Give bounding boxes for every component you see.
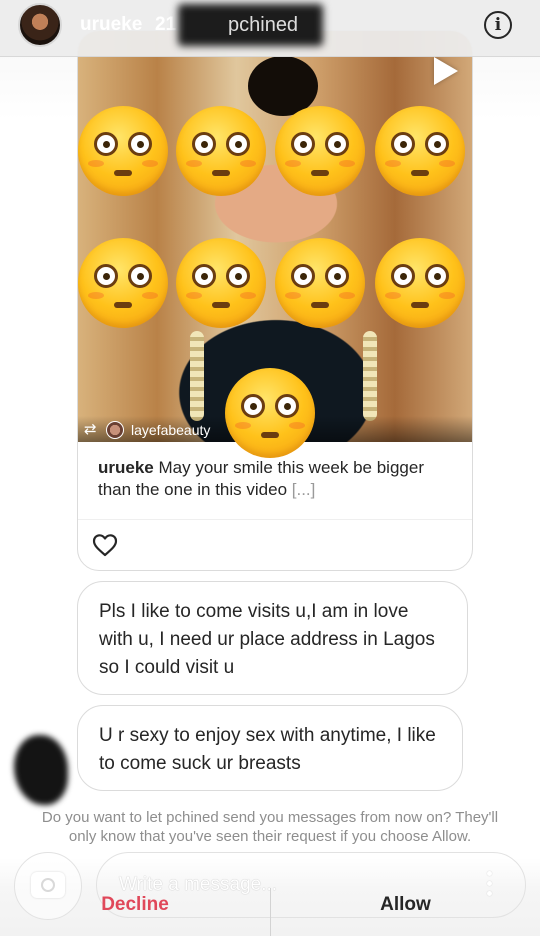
message-request-prompt: Do you want to let pchined send you mess… xyxy=(41,809,499,845)
video-subject-earring xyxy=(363,331,377,421)
repost-icon: ⇄ xyxy=(84,420,97,438)
video-subject-earring xyxy=(190,331,204,421)
flushed-face-emoji xyxy=(78,106,168,196)
flushed-face-emoji xyxy=(275,106,365,196)
avatar[interactable] xyxy=(18,3,62,47)
shared-post-card[interactable]: ⇄ laуefabeauty urueke May your smile thi… xyxy=(77,30,473,571)
flushed-face-emoji xyxy=(176,106,266,196)
caption-more-link[interactable]: [...] xyxy=(292,480,316,499)
story-header: urueke 21 h pchined i xyxy=(0,0,540,57)
repost-avatar[interactable] xyxy=(106,421,124,439)
dm-request-screen: ⇄ laуefabeauty urueke May your smile thi… xyxy=(0,0,540,936)
sender-avatar-redacted xyxy=(14,735,68,805)
flushed-face-emoji xyxy=(275,238,365,328)
flushed-face-emoji xyxy=(375,238,465,328)
play-icon[interactable] xyxy=(434,57,458,85)
caption-username[interactable]: urueke xyxy=(98,458,154,477)
info-icon[interactable]: i xyxy=(484,11,512,39)
decline-button[interactable]: Decline xyxy=(0,886,270,926)
heart-icon[interactable] xyxy=(92,533,118,557)
redacted-username: pchined xyxy=(228,14,299,36)
message-bubble[interactable]: Pls I like to come visits u,I am in love… xyxy=(77,581,468,695)
flushed-face-emoji xyxy=(176,238,266,328)
flushed-face-emoji xyxy=(78,238,168,328)
flushed-face-emoji xyxy=(375,106,465,196)
card-divider xyxy=(78,519,472,520)
post-caption: urueke May your smile this week be bigge… xyxy=(98,457,428,501)
reposted-from-username[interactable]: laуefabeauty xyxy=(131,422,210,438)
flushed-face-emoji xyxy=(225,368,315,458)
allow-button[interactable]: Allow xyxy=(271,886,540,926)
message-bubble[interactable]: U r sexy to enjoy sex with anytime, I li… xyxy=(77,705,463,791)
header-username[interactable]: urueke xyxy=(80,14,142,36)
